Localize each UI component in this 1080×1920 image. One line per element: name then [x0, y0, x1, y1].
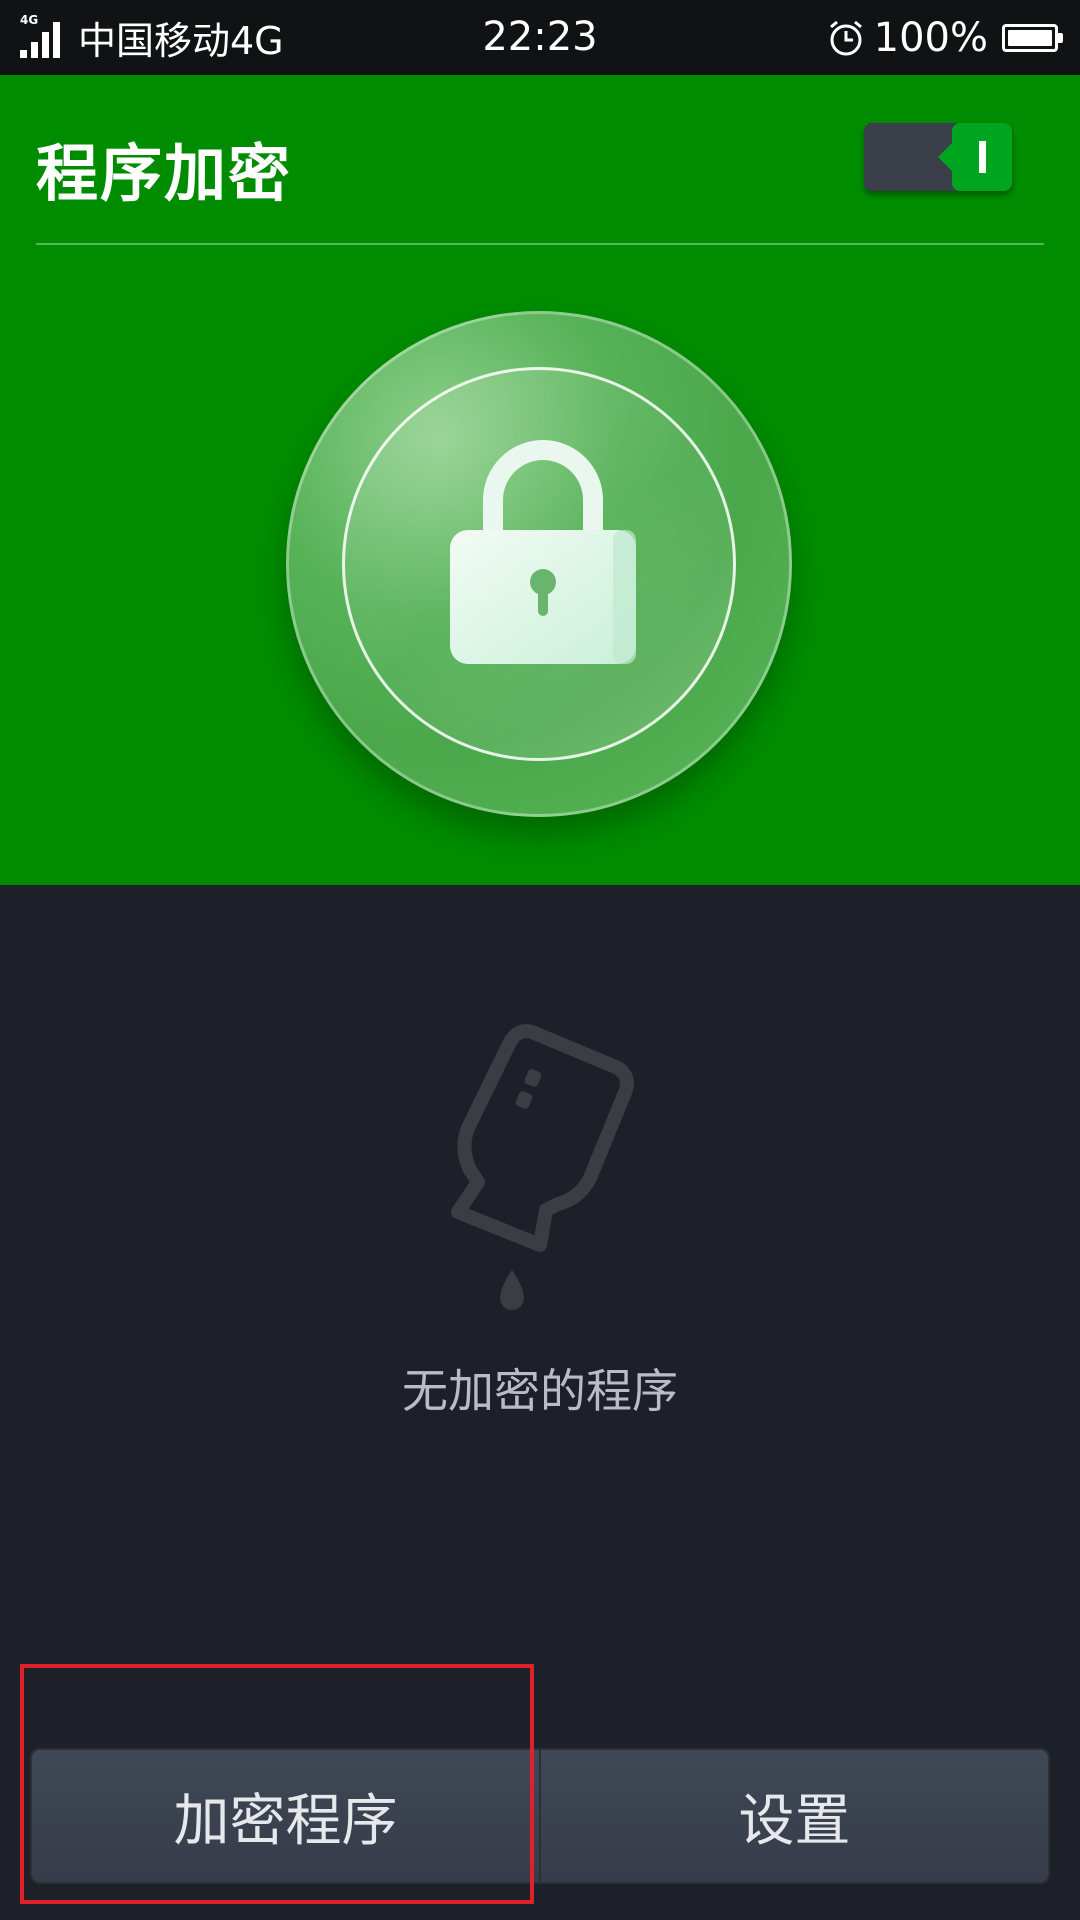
- status-right: 100%: [826, 0, 1063, 75]
- header-panel: 程序加密: [0, 75, 1080, 885]
- empty-state-message: 无加密的程序: [402, 1364, 678, 1418]
- settings-button[interactable]: 设置: [541, 1750, 1048, 1882]
- encrypt-apps-button[interactable]: 加密程序: [32, 1750, 539, 1882]
- padlock-icon: [450, 440, 636, 664]
- status-bar: 4G 中国移动4G 22:23 100%: [0, 0, 1080, 75]
- battery-percentage: 100%: [873, 14, 988, 61]
- toggle-on-icon: [979, 141, 986, 173]
- bottom-action-bar: 加密程序 设置: [32, 1750, 1048, 1882]
- app-lock-screen: 4G 中国移动4G 22:23 100% 程序加密 无加密的程序 加密程序 设置: [0, 0, 1080, 1920]
- empty-bottle-icon: [451, 1024, 634, 1310]
- encryption-toggle[interactable]: [864, 123, 1012, 191]
- lock-badge: [286, 311, 792, 817]
- toggle-knob: [938, 123, 1012, 191]
- header-divider: [36, 243, 1044, 245]
- battery-icon: [1002, 23, 1063, 52]
- page-title: 程序加密: [36, 137, 293, 210]
- alarm-icon: [829, 20, 862, 55]
